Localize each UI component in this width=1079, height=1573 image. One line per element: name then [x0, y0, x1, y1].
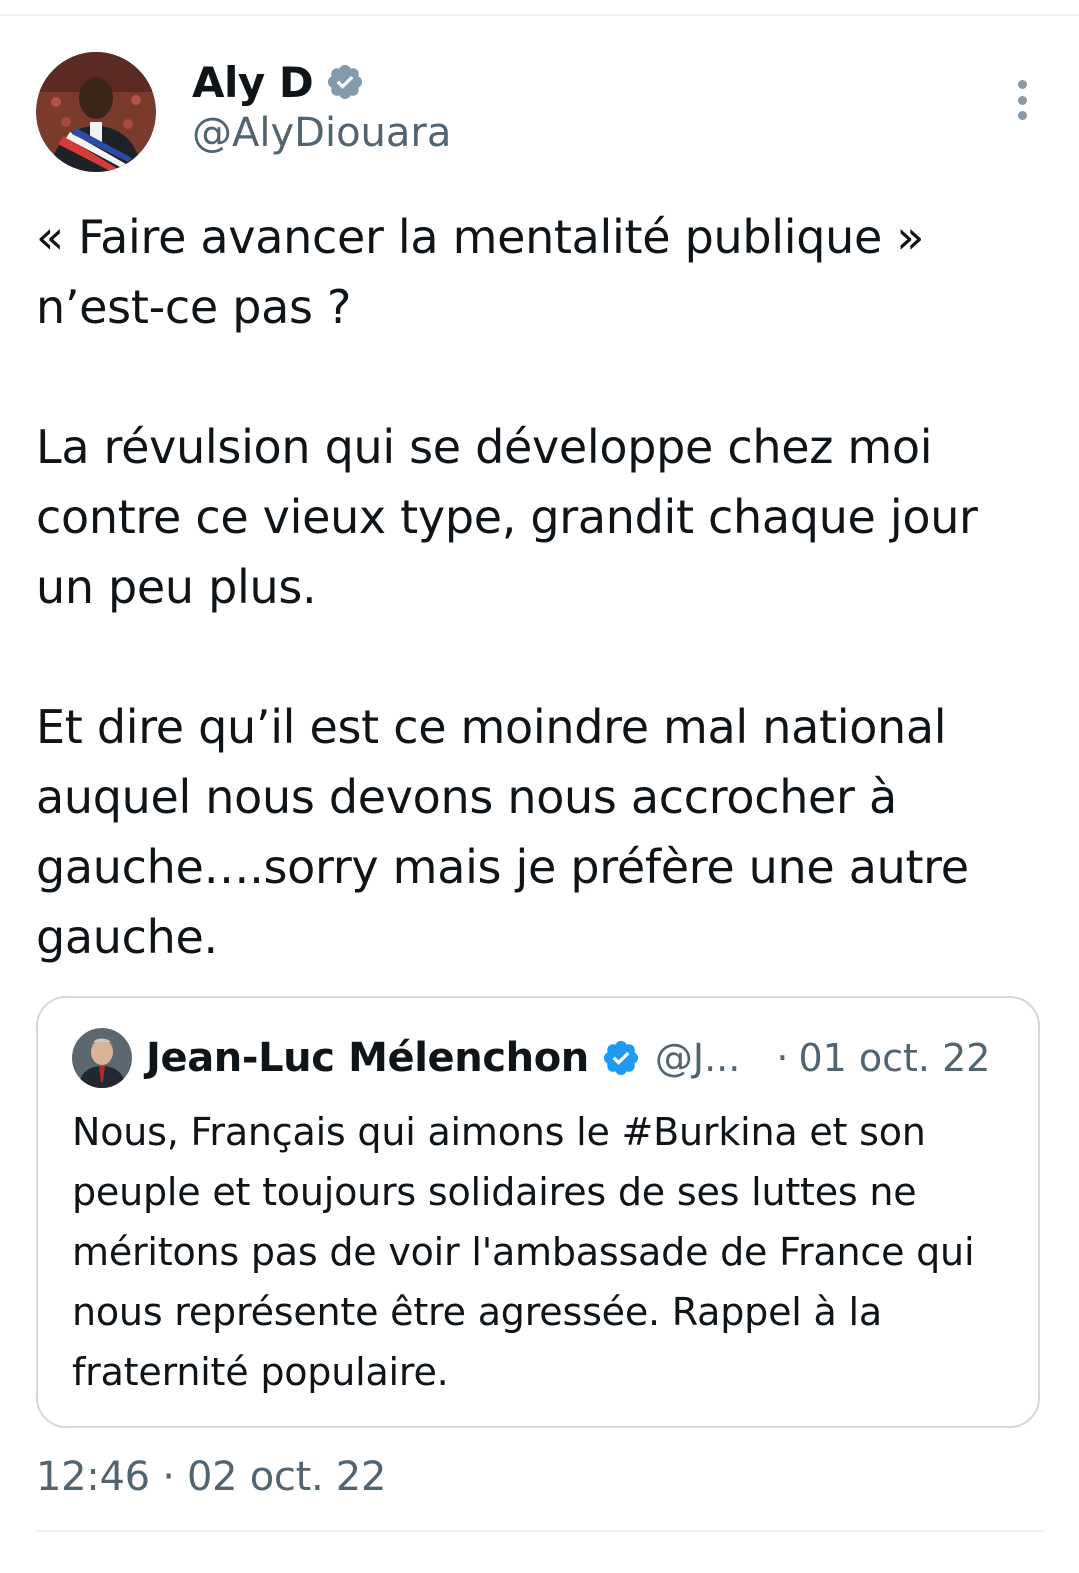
quoted-author-handle[interactable]: @J...	[655, 1036, 740, 1080]
tweet[interactable]: Aly D @AlyDiouara « Faire avancer la men…	[36, 50, 1042, 1500]
quoted-author-name[interactable]: Jean-Luc Mélenchon	[146, 1035, 589, 1081]
author-avatar[interactable]	[36, 52, 156, 172]
quoted-date[interactable]: 01 oct. 22	[798, 1036, 990, 1080]
quoted-tweet-text: Nous, Français qui aimons le #Burkina et…	[72, 1110, 975, 1394]
author-info: Aly D @AlyDiouara	[192, 56, 451, 157]
top-divider	[0, 14, 1079, 16]
author-handle[interactable]: @AlyDiouara	[192, 110, 451, 156]
quoted-tweet[interactable]: Jean-Luc Mélenchon @J... · 01 oct. 22 No…	[36, 996, 1040, 1428]
tweet-timestamp[interactable]: 12:46 · 02 oct. 22	[36, 1454, 1042, 1500]
quoted-tweet-header: Jean-Luc Mélenchon @J... · 01 oct. 22	[72, 1026, 1002, 1090]
tweet-header: Aly D @AlyDiouara	[36, 50, 1042, 180]
author-display-name[interactable]: Aly D	[192, 58, 314, 107]
quoted-verified-badge-icon	[603, 1040, 638, 1076]
quoted-author-avatar[interactable]	[72, 1028, 132, 1088]
quoted-separator: ·	[776, 1036, 789, 1080]
bottom-divider	[36, 1530, 1043, 1532]
more-vertical-icon[interactable]	[1016, 80, 1028, 120]
verified-badge-icon[interactable]	[325, 62, 365, 102]
tweet-text: « Faire avancer la mentalité publique » …	[36, 210, 978, 964]
